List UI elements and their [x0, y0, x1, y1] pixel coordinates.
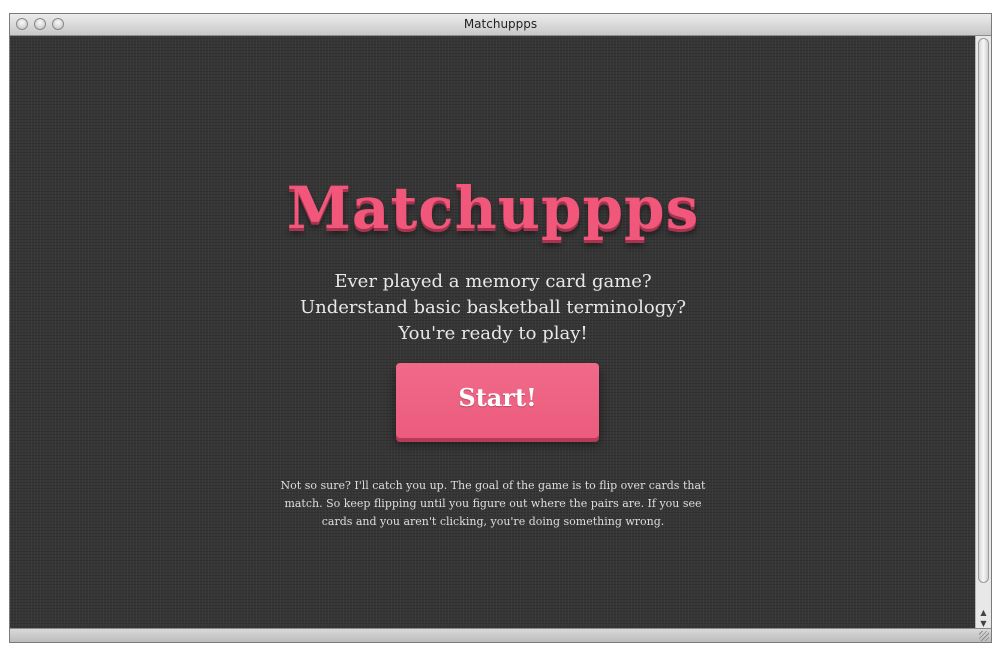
help-line: cards and you aren't clicking, you're do… — [321, 515, 665, 528]
start-button[interactable]: Start! — [396, 363, 599, 438]
game-logo: Matchuppps — [286, 174, 700, 242]
help-line: Not so sure? I'll catch you up. The goal… — [280, 479, 706, 492]
intro-line: Ever played a memory card game? — [334, 271, 652, 292]
intro-text: Ever played a memory card game? Understa… — [10, 269, 976, 347]
help-line: match. So keep flipping until you figure… — [284, 497, 702, 510]
browser-window: Matchuppps Matchuppps Ever played a memo… — [9, 13, 992, 643]
scroll-thumb[interactable] — [978, 38, 989, 583]
status-bar — [10, 628, 991, 642]
window-title: Matchuppps — [463, 17, 538, 31]
resize-grip-icon[interactable] — [979, 631, 989, 641]
intro-line: You're ready to play! — [398, 323, 588, 344]
title-bar[interactable]: Matchuppps — [10, 14, 991, 36]
vertical-scrollbar[interactable]: ▲ ▼ — [975, 36, 991, 630]
intro-line: Understand basic basketball terminology? — [299, 297, 687, 318]
game-start-screen: Matchuppps Ever played a memory card gam… — [10, 36, 976, 630]
arrow-up-icon[interactable]: ▲ — [976, 607, 991, 618]
help-text: Not so sure? I'll catch you up. The goal… — [10, 477, 976, 531]
